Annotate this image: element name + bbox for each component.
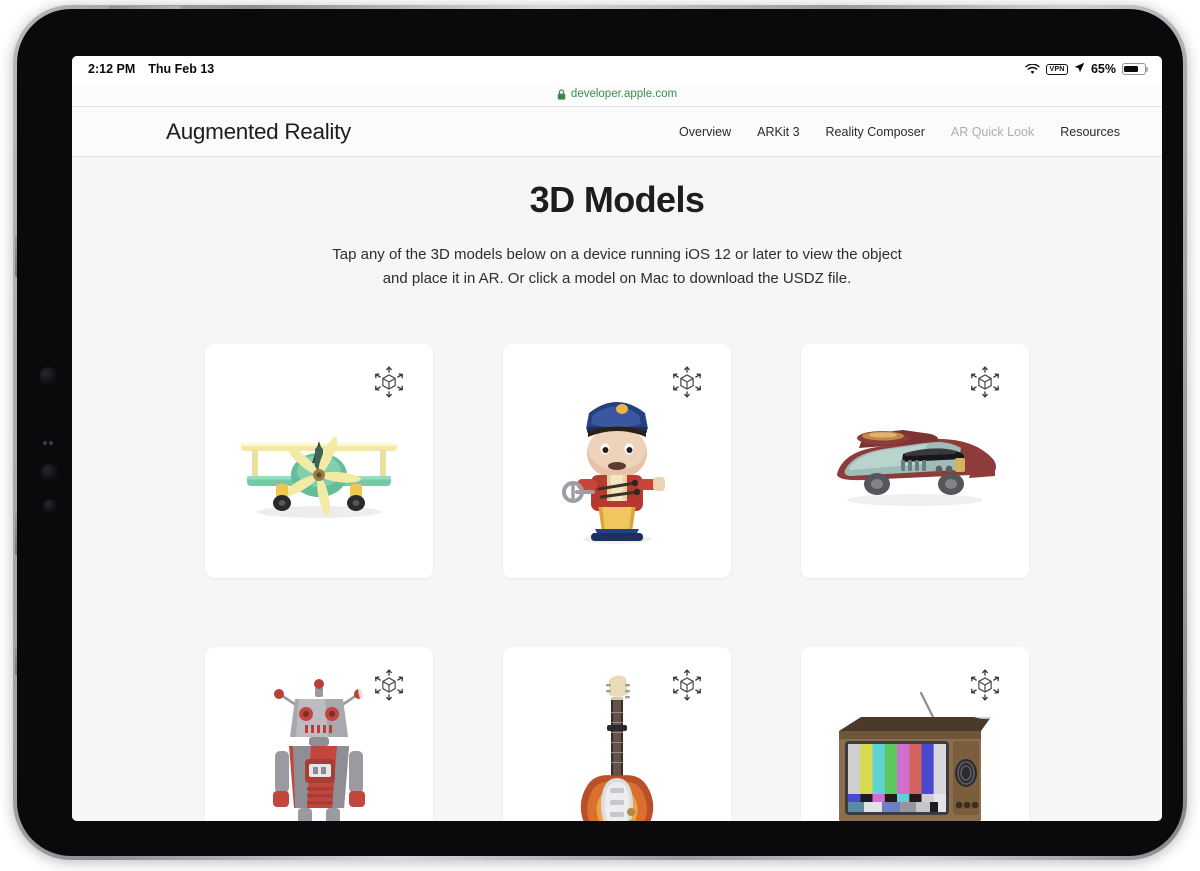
ar-quick-look-badge[interactable]	[358, 353, 420, 416]
sensor-lens-icon	[43, 499, 58, 514]
nav-item-arkit3[interactable]: ARKit 3	[757, 125, 799, 139]
model-card-retro-television[interactable]	[801, 646, 1029, 821]
model-card-electric-guitar[interactable]	[503, 646, 731, 821]
model-card-toy-drummer[interactable]	[503, 343, 731, 578]
location-arrow-icon	[1074, 62, 1085, 76]
page-title: 3D Models	[529, 179, 705, 220]
ar-cube-icon	[372, 365, 406, 404]
nav-item-ar-quick-look[interactable]: AR Quick Look	[951, 125, 1034, 139]
ar-quick-look-badge[interactable]	[656, 656, 718, 719]
site-navigation-bar: Augmented Reality Overview ARKit 3 Reali…	[72, 107, 1162, 157]
page-description-line-1: Tap any of the 3D models below on a devi…	[332, 246, 902, 263]
ar-cube-icon	[670, 365, 704, 404]
battery-percent: 65%	[1090, 62, 1116, 76]
ar-cube-icon	[372, 668, 406, 707]
wifi-icon	[1025, 63, 1040, 75]
ar-quick-look-badge[interactable]	[656, 353, 718, 416]
ar-cube-icon	[670, 668, 704, 707]
nav-item-reality-composer[interactable]: Reality Composer	[826, 125, 925, 139]
model-card-toy-biplane[interactable]	[205, 343, 433, 578]
battery-icon	[1122, 63, 1149, 75]
camera-lens-icon	[41, 464, 59, 482]
site-title[interactable]: Augmented Reality	[166, 119, 351, 145]
device-bezel: 2:12 PM Thu Feb 13 VPN 65% developer.app…	[17, 9, 1183, 856]
page-content: 3D Models Tap any of the 3D models below…	[72, 157, 1162, 821]
ar-cube-icon	[968, 668, 1002, 707]
status-date: Thu Feb 13	[148, 62, 215, 76]
nav-item-resources[interactable]: Resources	[1060, 125, 1120, 139]
vpn-badge: VPN	[1045, 63, 1068, 75]
nav-item-overview[interactable]: Overview	[679, 125, 731, 139]
ar-quick-look-badge[interactable]	[954, 656, 1016, 719]
status-bar: 2:12 PM Thu Feb 13 VPN 65%	[72, 56, 1162, 82]
lock-icon	[557, 88, 566, 100]
ar-cube-icon	[968, 365, 1002, 404]
ar-quick-look-badge[interactable]	[358, 656, 420, 719]
camera-lens-icon	[39, 367, 58, 386]
model-grid	[197, 343, 1037, 821]
device-screen: 2:12 PM Thu Feb 13 VPN 65% developer.app…	[72, 56, 1162, 821]
ipad-device-frame: 2:12 PM Thu Feb 13 VPN 65% developer.app…	[13, 5, 1187, 860]
browser-address-bar[interactable]: developer.apple.com	[72, 82, 1162, 107]
page-description: Tap any of the 3D models below on a devi…	[297, 243, 937, 292]
address-bar-url: developer.apple.com	[570, 88, 678, 100]
status-time: 2:12 PM	[88, 62, 136, 76]
page-description-line-2: and place it in AR. Or click a model on …	[382, 270, 852, 288]
ar-quick-look-badge[interactable]	[954, 353, 1016, 416]
sensor-array-icon	[43, 441, 55, 445]
nav-links: Overview ARKit 3 Reality Composer AR Qui…	[679, 125, 1120, 139]
model-card-toy-robot[interactable]	[205, 646, 433, 821]
model-card-toy-rocket-car[interactable]	[801, 343, 1029, 578]
